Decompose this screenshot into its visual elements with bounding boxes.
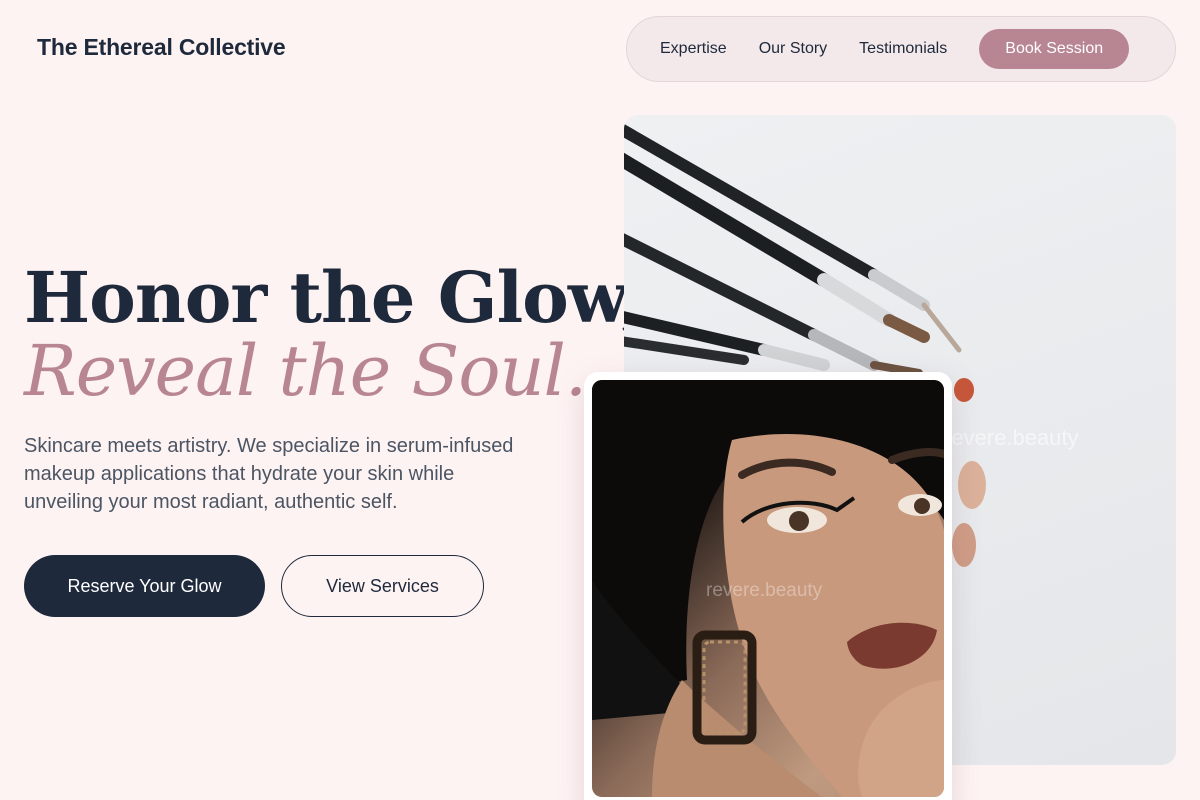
reserve-your-glow-button[interactable]: Reserve Your Glow (24, 555, 265, 617)
nav-link-testimonials[interactable]: Testimonials (859, 40, 947, 58)
brand-logo-text[interactable]: The Ethereal Collective (37, 34, 286, 61)
nav-link-our-story[interactable]: Our Story (759, 40, 827, 58)
view-services-button[interactable]: View Services (281, 555, 484, 617)
hero-headline: Honor the Glow, (24, 256, 646, 339)
brushes-watermark: revere.beauty (944, 425, 1079, 450)
hero-headline-accent: Reveal the Soul. (24, 330, 587, 412)
page: The Ethereal Collective Expertise Our St… (0, 0, 1200, 800)
portrait-watermark: revere.beauty (706, 580, 823, 601)
book-session-button[interactable]: Book Session (979, 29, 1130, 69)
nav-link-expertise[interactable]: Expertise (660, 40, 727, 58)
model-portrait-image: revere.beauty (592, 380, 944, 797)
hero-subtext: Skincare meets artistry. We specialize i… (24, 435, 514, 513)
main-nav: Expertise Our Story Testimonials Book Se… (626, 16, 1176, 82)
